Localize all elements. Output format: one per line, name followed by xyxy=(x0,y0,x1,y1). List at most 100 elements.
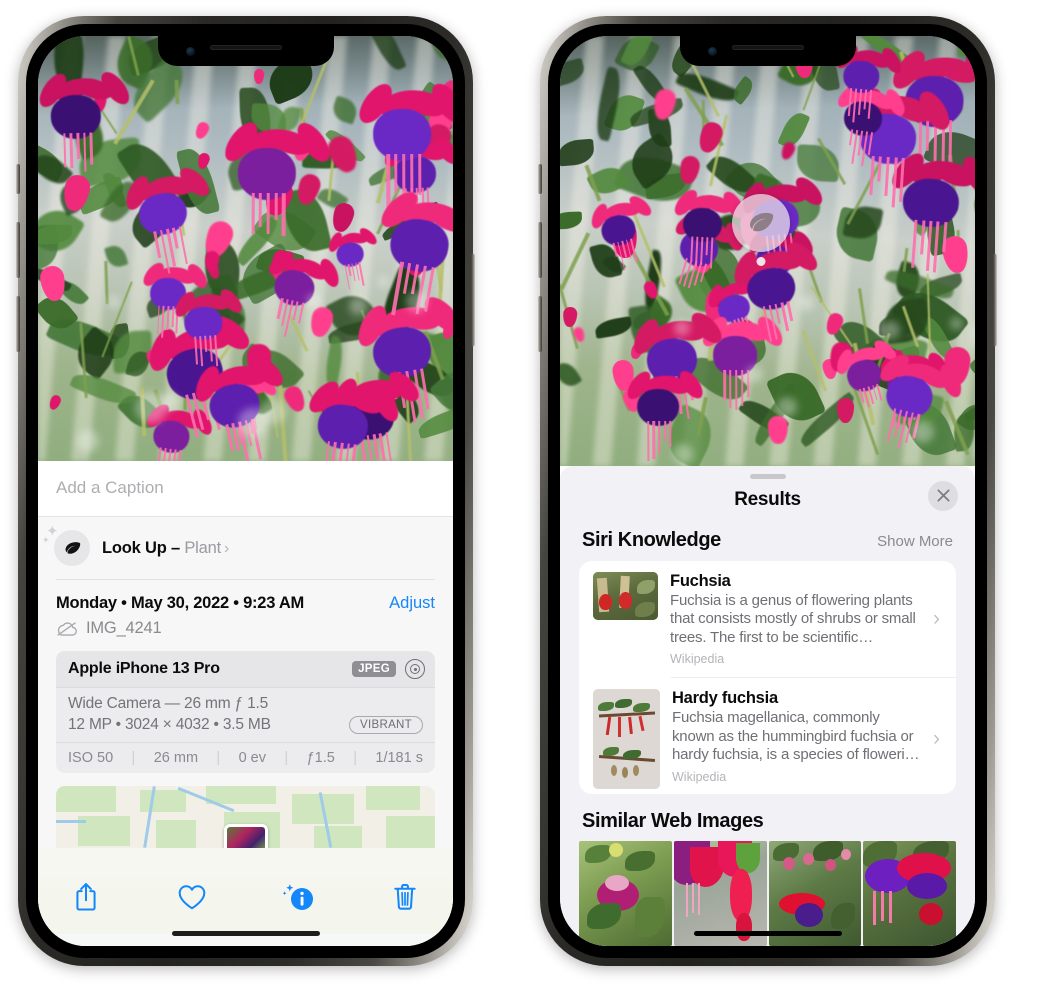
silent-switch[interactable] xyxy=(16,164,20,194)
volume-down-button[interactable] xyxy=(538,296,542,352)
delete-button[interactable] xyxy=(383,875,427,919)
info-button[interactable] xyxy=(277,875,321,919)
photo-bokeh xyxy=(405,290,427,312)
close-button[interactable] xyxy=(928,480,958,511)
icloud-slash-icon xyxy=(57,621,77,636)
notch xyxy=(157,36,334,66)
photo-viewer[interactable] xyxy=(560,36,975,466)
leaf-icon xyxy=(65,541,80,554)
look-up-row[interactable]: ✦ ✦ Look Up – Plant › xyxy=(38,517,453,579)
photo-bokeh xyxy=(673,443,694,464)
spec-row: 12 MP • 3024 × 4032 • 3.5 MB VIBRANT xyxy=(68,716,423,734)
heart-icon xyxy=(178,885,206,910)
sparkle-small-icon: ✦ xyxy=(42,535,50,545)
photo-bokeh xyxy=(949,316,963,330)
list-item[interactable]: Hardy fuchsia Fuchsia magellanica, commo… xyxy=(579,678,956,794)
photo-bokeh xyxy=(107,295,120,308)
chevron-right-icon: › xyxy=(933,727,940,751)
lens-line: Wide Camera — 26 mm ƒ 1.5 xyxy=(68,695,269,712)
exif-row: ISO 50 | 26 mm | 0 ev | ƒ1.5 | 1/181 s xyxy=(56,742,435,773)
close-icon xyxy=(936,489,950,502)
exif-separator: | xyxy=(353,750,357,766)
chevron-right-icon: › xyxy=(223,539,230,557)
raw-capture-icon xyxy=(405,659,425,679)
capture-date: Monday • May 30, 2022 • 9:23 AM xyxy=(56,594,305,612)
siri-knowledge-header: Siri Knowledge Show More xyxy=(560,525,975,561)
photo-bokeh xyxy=(306,293,321,308)
photo-toolbar xyxy=(38,848,453,934)
power-button[interactable] xyxy=(471,254,475,346)
visual-look-up-badge[interactable] xyxy=(732,194,790,266)
photo-bokeh xyxy=(880,320,900,340)
result-source: Wikipedia xyxy=(672,769,727,784)
location-map[interactable] xyxy=(56,786,435,848)
exif-separator: | xyxy=(216,750,221,766)
earpiece-speaker xyxy=(731,45,804,50)
caption-input[interactable]: Add a Caption xyxy=(38,461,453,517)
look-up-badge: ✦ ✦ xyxy=(42,524,90,566)
front-camera xyxy=(185,47,195,56)
leaf-icon xyxy=(750,212,774,232)
trash-icon xyxy=(394,883,416,910)
result-thumbnail xyxy=(593,689,660,790)
iphone-left-device: Add a Caption ✦ ✦ Look Up – Plant › Mond… xyxy=(16,16,475,966)
photo-bokeh xyxy=(798,295,814,311)
result-description: Fuchsia magellanica, commonly known as t… xyxy=(672,709,920,764)
style-badge: VIBRANT xyxy=(349,716,423,734)
silent-switch[interactable] xyxy=(538,164,542,194)
siri-knowledge-title: Siri Knowledge xyxy=(582,528,721,551)
look-up-subject: Plant xyxy=(184,538,221,557)
exif-value: 26 mm xyxy=(153,750,199,766)
exif-value: 1/181 s xyxy=(375,750,423,766)
power-button[interactable] xyxy=(993,254,997,346)
result-thumbnail xyxy=(593,571,658,620)
result-text: Hardy fuchsia Fuchsia magellanica, commo… xyxy=(672,689,921,789)
sim-image-1[interactable] xyxy=(579,841,672,946)
list-item[interactable]: Fuchsia Fuchsia is a genus of flowering … xyxy=(579,561,956,677)
badge-tail xyxy=(756,257,766,266)
date-row: Monday • May 30, 2022 • 9:23 AM Adjust xyxy=(56,580,435,613)
show-more-button[interactable]: Show More xyxy=(877,533,953,550)
results-header: Results xyxy=(560,479,975,525)
camera-card-body: Wide Camera — 26 mm ƒ 1.5 12 MP • 3024 ×… xyxy=(56,688,435,742)
device-bezel: Add a Caption ✦ ✦ Look Up – Plant › Mond… xyxy=(26,24,465,958)
results-sheet: Results Siri Knowledge Show More Fuchsia… xyxy=(560,466,975,946)
home-indicator[interactable] xyxy=(171,931,320,936)
photo-bokeh xyxy=(777,397,797,417)
share-button[interactable] xyxy=(64,875,108,919)
results-title: Results xyxy=(734,488,801,510)
left-screen: Add a Caption ✦ ✦ Look Up – Plant › Mond… xyxy=(38,36,453,946)
favorite-button[interactable] xyxy=(170,875,214,919)
photo-bokeh xyxy=(135,391,167,424)
sim-image-4[interactable] xyxy=(863,841,956,946)
result-description: Fuchsia is a genus of flowering plants t… xyxy=(670,591,916,646)
result-title: Fuchsia xyxy=(670,571,731,590)
home-indicator[interactable] xyxy=(693,931,842,936)
front-camera xyxy=(707,47,717,56)
screenshot-stage: Add a Caption ✦ ✦ Look Up – Plant › Mond… xyxy=(0,0,1055,985)
photo-bokeh xyxy=(911,420,934,443)
camera-card-badges: JPEG xyxy=(352,659,425,679)
exif-value: ISO 50 xyxy=(68,750,114,766)
camera-model: Apple iPhone 13 Pro xyxy=(68,660,220,677)
notch xyxy=(679,36,856,66)
right-screen: Results Siri Knowledge Show More Fuchsia… xyxy=(560,36,975,946)
similar-web-images-header: Similar Web Images xyxy=(560,794,975,841)
camera-info-card[interactable]: Apple iPhone 13 Pro JPEG Wide Camera — 2… xyxy=(56,651,435,773)
file-row: IMG_4241 xyxy=(56,613,435,651)
format-badge: JPEG xyxy=(352,661,396,677)
result-text: Fuchsia Fuchsia is a genus of flowering … xyxy=(670,572,921,666)
siri-knowledge-card: Fuchsia Fuchsia is a genus of flowering … xyxy=(579,560,956,794)
volume-up-button[interactable] xyxy=(16,222,20,278)
similar-web-images-title: Similar Web Images xyxy=(582,810,764,832)
exif-value: ƒ1.5 xyxy=(306,750,335,766)
volume-down-button[interactable] xyxy=(16,296,20,352)
spec-line: 12 MP • 3024 × 4032 • 3.5 MB xyxy=(68,716,271,733)
earpiece-speaker xyxy=(209,45,282,50)
exif-separator: | xyxy=(131,750,136,766)
chevron-right-icon: › xyxy=(933,607,940,631)
photo-viewer[interactable] xyxy=(38,36,453,461)
adjust-button[interactable]: Adjust xyxy=(389,594,435,613)
look-up-prefix: Look Up – xyxy=(102,538,185,557)
volume-up-button[interactable] xyxy=(538,222,542,278)
